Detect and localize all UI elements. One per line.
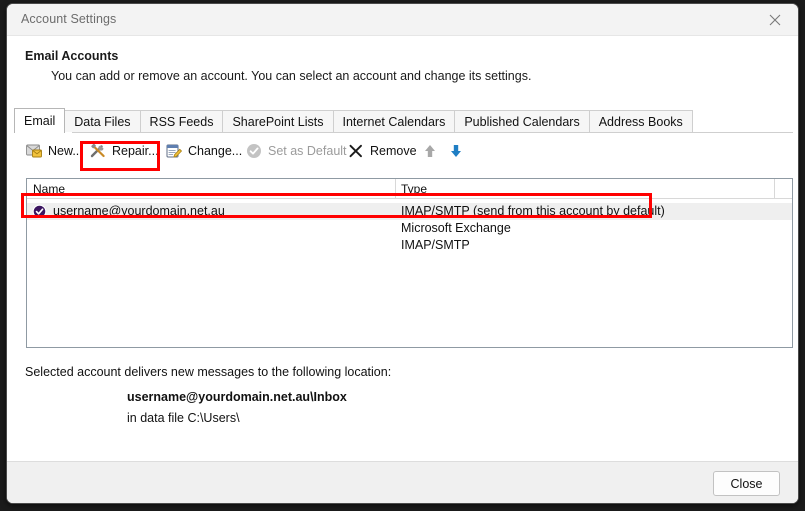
repair-button[interactable]: Repair... xyxy=(89,139,159,163)
delivery-location-datafile: in data file C:\Users\ xyxy=(127,411,240,425)
close-icon[interactable] xyxy=(752,4,798,35)
toolbar: New... Repair... Change... Set as Defaul… xyxy=(7,135,798,168)
tab-sharepoint-lists[interactable]: SharePoint Lists xyxy=(222,110,334,133)
window-title: Account Settings xyxy=(21,12,117,26)
move-up-button xyxy=(421,139,444,163)
column-divider-2[interactable] xyxy=(774,179,775,199)
table-row[interactable]: username@yourdomain.net.au IMAP/SMTP (se… xyxy=(27,203,792,220)
tab-internet-calendars[interactable]: Internet Calendars xyxy=(332,110,456,133)
tab-rss-feeds[interactable]: RSS Feeds xyxy=(139,110,224,133)
delivery-location-inbox: username@yourdomain.net.au\Inbox xyxy=(127,390,347,404)
list-header: Name Type xyxy=(27,179,792,199)
account-settings-dialog: Account Settings Email Accounts You can … xyxy=(6,3,799,504)
new-account-button[interactable]: New... xyxy=(25,139,83,163)
account-type: Microsoft Exchange xyxy=(401,221,511,235)
close-button[interactable]: Close xyxy=(713,471,780,496)
account-name: username@yourdomain.net.au xyxy=(53,204,225,218)
change-label: Change... xyxy=(188,144,243,158)
footer-bar: Close xyxy=(7,462,798,503)
page-subtitle: You can add or remove an account. You ca… xyxy=(51,69,532,83)
change-notepad-icon xyxy=(165,142,183,160)
remove-label: Remove xyxy=(370,144,417,158)
dialog-body: Email Accounts You can add or remove an … xyxy=(7,36,798,503)
account-list[interactable]: Name Type username@yourdomain.net.au IMA… xyxy=(26,178,793,348)
repair-tools-icon xyxy=(89,142,107,160)
new-email-icon xyxy=(25,142,43,160)
title-bar: Account Settings xyxy=(7,4,798,36)
delivery-location-label: Selected account delivers new messages t… xyxy=(25,365,392,379)
tab-data-files[interactable]: Data Files xyxy=(64,110,141,133)
column-divider-1[interactable] xyxy=(395,179,396,199)
tab-address-books[interactable]: Address Books xyxy=(588,110,693,133)
account-type: IMAP/SMTP xyxy=(401,238,470,252)
change-button[interactable]: Change... xyxy=(165,139,242,163)
column-header-name[interactable]: Name xyxy=(33,182,65,196)
set-as-default-button: Set as Default xyxy=(245,139,347,163)
tab-strip: Email Data Files RSS Feeds SharePoint Li… xyxy=(14,108,793,133)
table-row[interactable]: IMAP/SMTP xyxy=(27,237,792,254)
move-down-button[interactable] xyxy=(447,139,470,163)
remove-button[interactable]: Remove xyxy=(347,139,417,163)
tab-email[interactable]: Email xyxy=(14,108,66,133)
arrow-up-icon xyxy=(421,142,439,160)
page-title: Email Accounts xyxy=(25,49,119,63)
x-remove-icon xyxy=(347,142,365,160)
column-header-type[interactable]: Type xyxy=(401,182,427,196)
repair-label: Repair... xyxy=(112,144,159,158)
check-circle-icon xyxy=(245,142,263,160)
account-default-icon xyxy=(32,204,47,219)
table-row[interactable]: Microsoft Exchange xyxy=(27,220,792,237)
tab-published-calendars[interactable]: Published Calendars xyxy=(454,110,590,133)
tab-underline xyxy=(14,132,793,133)
new-account-label: New... xyxy=(48,144,83,158)
arrow-down-icon xyxy=(447,142,465,160)
account-type: IMAP/SMTP (send from this account by def… xyxy=(401,204,665,218)
set-as-default-label: Set as Default xyxy=(268,144,347,158)
